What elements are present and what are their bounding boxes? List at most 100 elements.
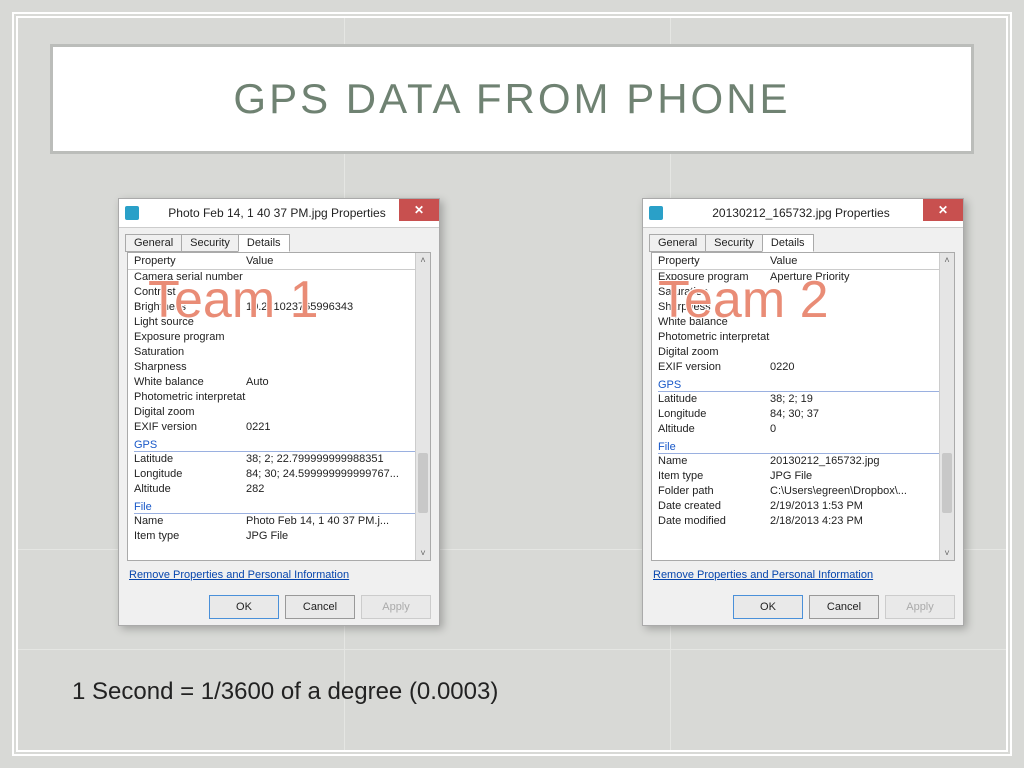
property-cell: Sharpness: [134, 360, 246, 375]
table-row[interactable]: Photometric interpretation: [658, 330, 948, 345]
apply-button[interactable]: Apply: [361, 595, 431, 619]
table-row[interactable]: White balanceAuto: [134, 375, 424, 390]
table-row[interactable]: Saturation: [658, 285, 948, 300]
cancel-button[interactable]: Cancel: [809, 595, 879, 619]
value-cell: [770, 315, 948, 330]
scroll-thumb[interactable]: [942, 453, 952, 513]
table-row[interactable]: Light source: [134, 315, 424, 330]
remove-properties-link[interactable]: Remove Properties and Personal Informati…: [643, 561, 963, 589]
property-cell: Folder path: [658, 484, 770, 499]
property-cell: Altitude: [658, 422, 770, 437]
value-cell: Auto: [246, 375, 424, 390]
header-value: Value: [770, 255, 797, 267]
dialog-buttons: OK Cancel Apply: [119, 589, 439, 625]
dialog-titlebar[interactable]: 20130212_165732.jpg Properties ✕: [643, 199, 963, 228]
property-cell: Light source: [134, 315, 246, 330]
table-row[interactable]: Latitude38; 2; 22.799999999988351: [134, 452, 424, 467]
tab-body: Property Value Camera serial numberContr…: [127, 252, 431, 561]
property-cell: Sharpness: [658, 300, 770, 315]
table-row[interactable]: Brightness10.271023765996343: [134, 300, 424, 315]
value-cell: [770, 345, 948, 360]
header-value: Value: [246, 255, 273, 267]
tab-security[interactable]: Security: [705, 234, 763, 252]
app-icon: [125, 206, 139, 220]
table-row[interactable]: Folder pathC:\Users\egreen\Dropbox\...: [658, 484, 948, 499]
table-row[interactable]: Sharpness: [658, 300, 948, 315]
tab-security[interactable]: Security: [181, 234, 239, 252]
table-row[interactable]: Photometric interpretation: [134, 390, 424, 405]
table-row[interactable]: EXIF version0220: [658, 360, 948, 375]
close-button[interactable]: ✕: [923, 199, 963, 221]
properties-dialog-1: Photo Feb 14, 1 40 37 PM.jpg Properties …: [118, 198, 440, 626]
app-icon: [649, 206, 663, 220]
slide: GPS DATA FROM PHONE Photo Feb 14, 1 40 3…: [0, 0, 1024, 768]
close-button[interactable]: ✕: [399, 199, 439, 221]
dialog-title: Photo Feb 14, 1 40 37 PM.jpg Properties: [145, 206, 439, 220]
table-row[interactable]: Item typeJPG File: [658, 469, 948, 484]
property-cell: Item type: [658, 469, 770, 484]
table-row[interactable]: EXIF version0221: [134, 420, 424, 435]
table-row[interactable]: Exposure programAperture Priority: [658, 270, 948, 285]
ok-button[interactable]: OK: [733, 595, 803, 619]
table-row[interactable]: Altitude0: [658, 422, 948, 437]
table-row[interactable]: Camera serial number: [134, 270, 424, 285]
table-row[interactable]: Contrast: [134, 285, 424, 300]
table-row[interactable]: Latitude38; 2; 19: [658, 392, 948, 407]
table-row[interactable]: Digital zoom: [134, 405, 424, 420]
value-cell: [246, 405, 424, 420]
table-row[interactable]: Altitude282: [134, 482, 424, 497]
scrollbar[interactable]: ˄ ˅: [939, 253, 954, 560]
scrollbar[interactable]: ˄ ˅: [415, 253, 430, 560]
scroll-up-icon[interactable]: ˄: [416, 253, 430, 267]
scroll-thumb[interactable]: [418, 453, 428, 513]
table-row[interactable]: Digital zoom: [658, 345, 948, 360]
grid-line: [18, 649, 1006, 650]
tab-strip: General Security Details: [643, 228, 963, 252]
tab-general[interactable]: General: [649, 234, 706, 252]
dialog-titlebar[interactable]: Photo Feb 14, 1 40 37 PM.jpg Properties …: [119, 199, 439, 228]
scroll-up-icon[interactable]: ˄: [940, 253, 954, 267]
cancel-button[interactable]: Cancel: [285, 595, 355, 619]
table-row[interactable]: Saturation: [134, 345, 424, 360]
property-cell: Digital zoom: [658, 345, 770, 360]
value-cell: [770, 330, 948, 345]
value-cell: 84; 30; 37: [770, 407, 948, 422]
tab-details[interactable]: Details: [238, 234, 290, 252]
table-row[interactable]: White balance: [658, 315, 948, 330]
value-cell: 10.271023765996343: [246, 300, 424, 315]
table-row[interactable]: Name20130212_165732.jpg: [658, 454, 948, 469]
properties-dialog-2: 20130212_165732.jpg Properties ✕ General…: [642, 198, 964, 626]
value-cell: Photo Feb 14, 1 40 37 PM.j...: [246, 514, 424, 529]
value-cell: 84; 30; 24.599999999999767...: [246, 467, 424, 482]
header-property: Property: [658, 255, 770, 267]
table-row[interactable]: Date created2/19/2013 1:53 PM: [658, 499, 948, 514]
table-row[interactable]: NamePhoto Feb 14, 1 40 37 PM.j...: [134, 514, 424, 529]
column-headers: Property Value: [652, 253, 954, 270]
tab-general[interactable]: General: [125, 234, 182, 252]
apply-button[interactable]: Apply: [885, 595, 955, 619]
page-title: GPS DATA FROM PHONE: [233, 75, 790, 123]
scroll-down-icon[interactable]: ˅: [416, 546, 430, 560]
property-cell: White balance: [658, 315, 770, 330]
value-cell: 38; 2; 22.799999999988351: [246, 452, 424, 467]
value-cell: 20130212_165732.jpg: [770, 454, 948, 469]
scroll-down-icon[interactable]: ˅: [940, 546, 954, 560]
value-cell: 0: [770, 422, 948, 437]
details-list[interactable]: Camera serial numberContrastBrightness10…: [128, 270, 430, 560]
remove-properties-link[interactable]: Remove Properties and Personal Informati…: [119, 561, 439, 589]
table-row[interactable]: Exposure program: [134, 330, 424, 345]
ok-button[interactable]: OK: [209, 595, 279, 619]
tab-details[interactable]: Details: [762, 234, 814, 252]
table-row[interactable]: Longitude84; 30; 37: [658, 407, 948, 422]
value-cell: 2/18/2013 4:23 PM: [770, 514, 948, 529]
table-row[interactable]: Item typeJPG File: [134, 529, 424, 544]
property-cell: Digital zoom: [134, 405, 246, 420]
table-row[interactable]: Date modified2/18/2013 4:23 PM: [658, 514, 948, 529]
property-cell: Photometric interpretation: [134, 390, 246, 405]
section-header: GPS: [658, 377, 948, 392]
table-row[interactable]: Longitude84; 30; 24.599999999999767...: [134, 467, 424, 482]
table-row[interactable]: Sharpness: [134, 360, 424, 375]
value-cell: [246, 270, 424, 285]
property-cell: EXIF version: [134, 420, 246, 435]
details-list[interactable]: Exposure programAperture PrioritySaturat…: [652, 270, 954, 560]
